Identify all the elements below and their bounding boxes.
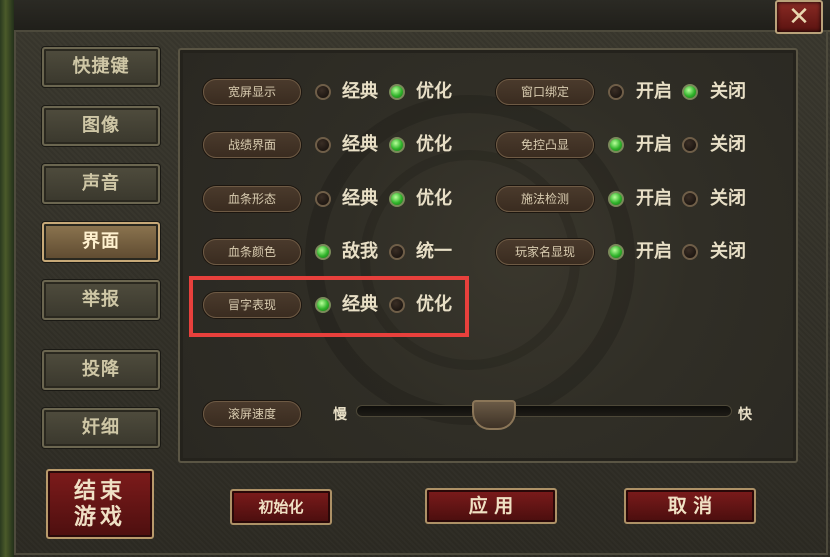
setting-label: 免控凸显 (496, 132, 594, 158)
option-1-label: 开启 (636, 81, 672, 102)
close-button[interactable]: ✕ (775, 0, 823, 34)
slider-min-label: 慢 (333, 407, 347, 423)
apply-button[interactable]: 应 用 (425, 488, 557, 524)
setting-label: 玩家名显现 (496, 239, 594, 265)
option-1-label: 敌我 (342, 241, 378, 262)
radio-option-1[interactable] (608, 137, 624, 153)
sidebar-item-hotkeys[interactable]: 快捷键 (42, 47, 160, 87)
option-1-label: 经典 (342, 134, 378, 155)
radio-option-1[interactable] (315, 244, 331, 260)
scroll-speed-label: 滚屏速度 (203, 401, 301, 427)
setting-label: 血条颜色 (203, 239, 301, 265)
sidebar-item-sound[interactable]: 声音 (42, 164, 160, 204)
sidebar-item-report[interactable]: 举报 (42, 280, 160, 320)
option-2-label: 关闭 (710, 241, 746, 262)
setting-label: 血条形态 (203, 186, 301, 212)
end-game-label-line1: 结束 (73, 479, 126, 504)
end-game-label-line2: 游戏 (73, 505, 126, 530)
radio-option-1[interactable] (608, 191, 624, 207)
close-icon: ✕ (788, 2, 810, 32)
setting-label: 战绩界面 (203, 132, 301, 158)
option-1-label: 经典 (342, 81, 378, 102)
setting-label: 宽屏显示 (203, 79, 301, 105)
option-1-label: 经典 (342, 188, 378, 209)
setting-label: 施法检测 (496, 186, 594, 212)
sidebar-item-graphics[interactable]: 图像 (42, 106, 160, 146)
radio-option-1[interactable] (315, 84, 331, 100)
option-2-label: 关闭 (710, 188, 746, 209)
option-2-label: 优化 (416, 81, 452, 102)
scroll-speed-slider[interactable] (356, 405, 732, 417)
reset-button[interactable]: 初始化 (230, 489, 332, 525)
radio-option-2[interactable] (682, 244, 698, 260)
sidebar-item-spy[interactable]: 奸细 (42, 408, 160, 448)
highlight-box (189, 276, 469, 337)
radio-option-2[interactable] (389, 244, 405, 260)
radio-option-1[interactable] (608, 84, 624, 100)
radio-option-2[interactable] (389, 137, 405, 153)
radio-option-2[interactable] (389, 84, 405, 100)
slider-handle[interactable] (472, 400, 517, 430)
option-2-label: 统一 (416, 241, 452, 262)
radio-option-2[interactable] (682, 191, 698, 207)
left-edge-decoration (0, 0, 14, 557)
slider-max-label: 快 (738, 407, 752, 423)
radio-option-1[interactable] (315, 137, 331, 153)
radio-option-2[interactable] (389, 191, 405, 207)
radio-option-1[interactable] (608, 244, 624, 260)
title-bar (14, 0, 830, 32)
sidebar-item-surrender[interactable]: 投降 (42, 350, 160, 390)
end-game-button[interactable]: 结束 游戏 (46, 469, 154, 539)
option-2-label: 优化 (416, 134, 452, 155)
option-2-label: 关闭 (710, 81, 746, 102)
option-1-label: 开启 (636, 134, 672, 155)
setting-label: 窗口绑定 (496, 79, 594, 105)
option-1-label: 开启 (636, 241, 672, 262)
sidebar-item-interface[interactable]: 界面 (42, 222, 160, 262)
radio-option-2[interactable] (682, 84, 698, 100)
radio-option-1[interactable] (315, 191, 331, 207)
cancel-button[interactable]: 取 消 (624, 488, 756, 524)
option-2-label: 优化 (416, 188, 452, 209)
option-1-label: 开启 (636, 188, 672, 209)
radio-option-2[interactable] (682, 137, 698, 153)
option-2-label: 关闭 (710, 134, 746, 155)
